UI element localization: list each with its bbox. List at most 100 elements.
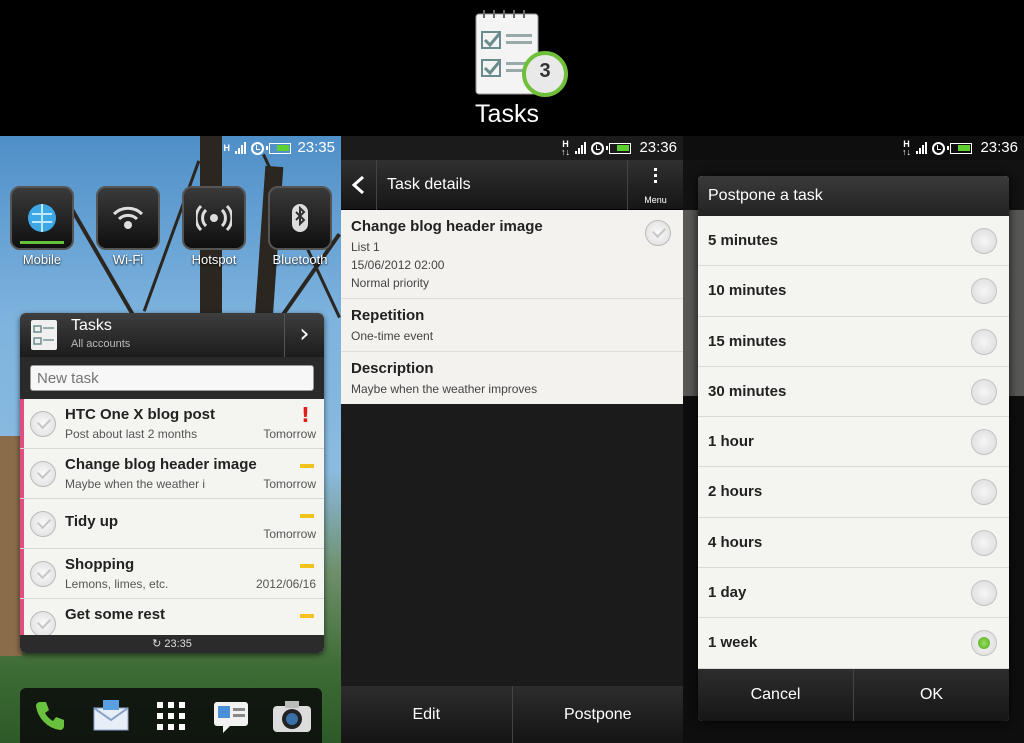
wifi-icon (112, 206, 144, 229)
dialog-buttons: Cancel OK (698, 669, 1009, 721)
postpone-screen: H ↑↓ 23:36 Postpone a task 5 minutes 10 m… (683, 136, 1024, 743)
postpone-button[interactable]: Postpone (511, 686, 684, 743)
quick-setting-bluetooth[interactable]: Bluetooth (268, 186, 332, 267)
radio-button[interactable] (971, 228, 997, 254)
normal-priority-icon (300, 464, 314, 468)
normal-priority-icon (300, 514, 314, 518)
new-task-input[interactable] (30, 365, 314, 391)
messages-icon[interactable] (208, 693, 254, 739)
bottom-action-bar: Edit Postpone (341, 686, 683, 743)
widget-title: Tasks (71, 317, 112, 334)
postpone-option[interactable]: 15 minutes (698, 317, 1009, 367)
task-details-screen: H ↑↓ 23:36 Task details Menu Change blog … (341, 136, 683, 743)
description-section: Description Maybe when the weather impro… (351, 360, 538, 396)
high-priority-icon: ! (300, 403, 310, 427)
complete-task-checkbox[interactable] (30, 511, 56, 537)
quick-setting-wifi[interactable]: Wi-Fi (96, 186, 160, 267)
hotspot-icon (196, 204, 232, 232)
alarm-icon (251, 141, 264, 155)
task-list-item[interactable]: Tidy up Tomorrow (20, 499, 324, 549)
task-list-item[interactable]: HTC One X blog post Post about last 2 mo… (20, 399, 324, 449)
postpone-option[interactable]: 1 day (698, 568, 1009, 619)
phone-icon[interactable] (27, 693, 73, 739)
task-details-card: Change blog header image List 1 15/06/20… (341, 210, 683, 404)
task-title: Change blog header image (351, 218, 543, 235)
postpone-option[interactable]: 4 hours (698, 518, 1009, 569)
radio-button[interactable] (971, 529, 997, 556)
complete-task-checkbox[interactable] (645, 220, 671, 246)
notification-badge: 3 (539, 60, 551, 82)
repetition-section: Repetition One-time event (341, 299, 683, 352)
battery-icon (266, 142, 291, 154)
tasks-app-icon (475, 10, 568, 97)
tasks-widget: Tasks All accounts › HTC One X blog post… (20, 313, 324, 653)
postpone-dialog: Postpone a task 5 minutes 10 minutes 15 … (698, 176, 1009, 721)
postpone-option[interactable]: 2 hours (698, 467, 1009, 518)
menu-button[interactable]: Menu (627, 160, 683, 210)
complete-task-checkbox[interactable] (30, 561, 56, 587)
signal-icon (575, 142, 586, 154)
postpone-option[interactable]: 30 minutes (698, 367, 1009, 418)
complete-task-checkbox[interactable] (30, 611, 56, 637)
status-bar: H 23:35 (223, 139, 336, 156)
postpone-option[interactable]: 5 minutes (698, 216, 1009, 267)
mail-icon[interactable] (88, 693, 134, 739)
back-button[interactable] (341, 160, 377, 210)
postpone-option[interactable]: 1 hour (698, 417, 1009, 468)
battery-icon (606, 142, 631, 154)
widget-sync-time: ↻ 23:35 (20, 635, 324, 653)
status-bar: H ↑↓ 23:36 (561, 139, 677, 157)
radio-button[interactable] (971, 328, 997, 355)
mobile-data-icon (28, 204, 56, 232)
action-bar: Task details Menu (341, 160, 683, 210)
task-priority: Normal priority (351, 276, 430, 290)
signal-icon (235, 142, 246, 154)
screen-title: Task details (387, 176, 471, 193)
radio-button[interactable] (971, 580, 997, 607)
alarm-icon (591, 141, 604, 155)
battery-icon (947, 142, 972, 154)
status-time: 23:36 (639, 139, 677, 156)
quick-setting-hotspot[interactable]: Hotspot (182, 186, 246, 267)
app-drawer-icon[interactable] (148, 693, 194, 739)
ok-button[interactable]: OK (853, 669, 1009, 721)
edit-button[interactable]: Edit (341, 686, 512, 743)
quick-settings: Mobile Wi-Fi Hotspot Bluetooth (10, 186, 332, 267)
status-bar: H ↑↓ 23:36 (902, 139, 1018, 157)
complete-task-checkbox[interactable] (30, 411, 56, 437)
cancel-button[interactable]: Cancel (698, 669, 853, 721)
alarm-icon (932, 141, 945, 155)
status-time: 23:35 (297, 139, 335, 156)
radio-button[interactable] (971, 479, 997, 506)
overflow-menu-icon (654, 168, 658, 186)
back-arrow-icon (351, 175, 364, 195)
postpone-option[interactable]: 1 week (698, 618, 1009, 669)
normal-priority-icon (300, 614, 314, 618)
normal-priority-icon (300, 564, 314, 568)
quick-setting-mobile[interactable]: Mobile (10, 186, 74, 267)
radio-button[interactable] (971, 278, 997, 305)
radio-button-selected[interactable] (971, 630, 997, 657)
task-summary: Change blog header image List 1 15/06/20… (341, 210, 683, 299)
task-list: List 1 (351, 240, 380, 254)
dock (20, 688, 322, 743)
sync-icon: ↻ (152, 638, 165, 650)
building-background (0, 436, 22, 656)
radio-button[interactable] (971, 429, 997, 456)
app-title: Tasks (475, 100, 539, 128)
home-screen: H 23:35 Mobile Wi-Fi Hotspot Bluetooth T… (0, 136, 341, 743)
chevron-right-icon[interactable]: › (284, 313, 324, 357)
task-list-item[interactable]: Change blog header image Maybe when the … (20, 449, 324, 499)
radio-button[interactable] (971, 378, 997, 405)
task-list-item[interactable]: Shopping Lemons, limes, etc. 2012/06/16 (20, 549, 324, 599)
complete-task-checkbox[interactable] (30, 461, 56, 487)
signal-icon (916, 142, 927, 154)
camera-icon[interactable] (269, 693, 315, 739)
widget-subtitle: All accounts (71, 338, 131, 350)
dialog-title: Postpone a task (698, 176, 1009, 216)
tasks-icon (31, 320, 57, 350)
task-due-date: 15/06/2012 02:00 (351, 258, 445, 272)
bluetooth-icon (292, 204, 308, 232)
widget-header[interactable]: Tasks All accounts › (20, 313, 324, 357)
postpone-option[interactable]: 10 minutes (698, 266, 1009, 317)
